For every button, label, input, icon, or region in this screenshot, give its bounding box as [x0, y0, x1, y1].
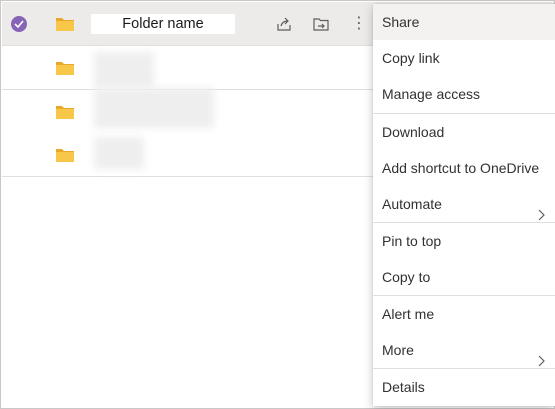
menu-item-share[interactable]: Share — [373, 4, 555, 40]
file-list-panel: Folder name ⋮ Share Copy link Manage acc… — [0, 0, 555, 409]
blurred-file-name — [94, 52, 154, 88]
menu-item-label: Alert me — [382, 306, 435, 322]
context-menu: Share Copy link Manage access Download A… — [373, 4, 555, 406]
folder-icon — [55, 104, 75, 125]
menu-item-alert-me[interactable]: Alert me — [373, 296, 555, 332]
menu-item-automate[interactable]: Automate — [373, 186, 555, 222]
folder-icon — [55, 16, 75, 37]
more-vertical-icon[interactable]: ⋮ — [351, 14, 367, 34]
menu-item-manage-access[interactable]: Manage access — [373, 76, 555, 112]
menu-item-pin-to-top[interactable]: Pin to top — [373, 223, 555, 259]
folder-name[interactable]: Folder name — [91, 14, 235, 34]
menu-item-label: Copy to — [382, 269, 431, 285]
menu-item-copy-to[interactable]: Copy to — [373, 259, 555, 295]
menu-item-label: Copy link — [382, 50, 440, 66]
menu-item-label: Share — [382, 14, 420, 30]
menu-item-label: Automate — [382, 196, 442, 212]
menu-item-details[interactable]: Details — [373, 369, 555, 405]
menu-item-copy-link[interactable]: Copy link — [373, 40, 555, 76]
folder-icon — [55, 60, 75, 81]
blurred-file-name — [94, 137, 144, 169]
blurred-file-name — [94, 88, 214, 128]
menu-item-more[interactable]: More — [373, 332, 555, 368]
menu-item-label: Details — [382, 379, 425, 395]
menu-item-add-shortcut[interactable]: Add shortcut to OneDrive — [373, 150, 555, 186]
menu-item-label: Add shortcut to OneDrive — [382, 160, 540, 176]
checkmark-circle-icon[interactable] — [11, 16, 27, 32]
menu-item-label: Download — [382, 124, 445, 140]
menu-item-label: More — [382, 342, 414, 358]
share-icon[interactable] — [275, 15, 293, 38]
menu-item-label: Pin to top — [382, 233, 442, 249]
menu-item-label: Manage access — [382, 86, 481, 102]
add-shortcut-icon[interactable] — [312, 15, 330, 38]
folder-icon — [55, 147, 75, 168]
menu-item-download[interactable]: Download — [373, 114, 555, 150]
